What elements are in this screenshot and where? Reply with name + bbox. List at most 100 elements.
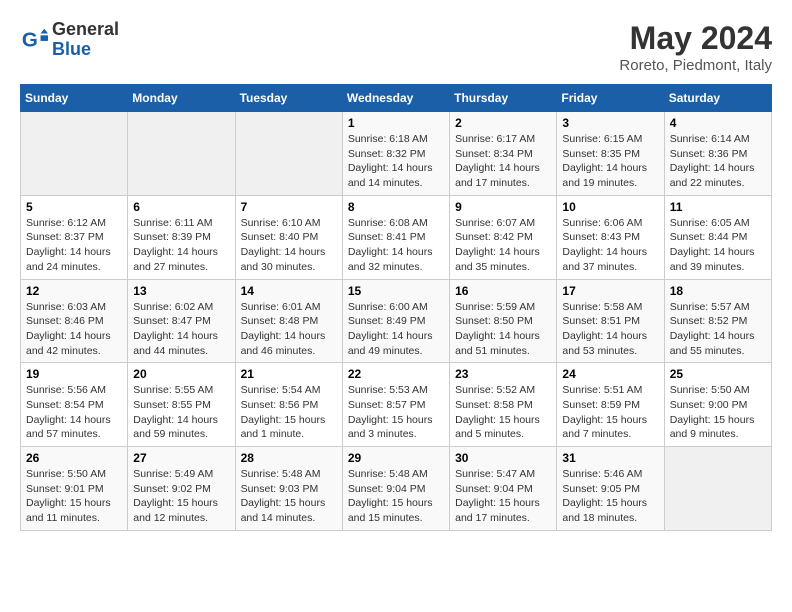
day-number: 17 bbox=[562, 284, 658, 298]
day-info: Sunrise: 6:02 AM Sunset: 8:47 PM Dayligh… bbox=[133, 300, 229, 359]
calendar-cell: 14 Sunrise: 6:01 AM Sunset: 8:48 PM Dayli… bbox=[235, 279, 342, 363]
day-info: Sunrise: 5:56 AM Sunset: 8:54 PM Dayligh… bbox=[26, 383, 122, 442]
calendar-week-row: 26 Sunrise: 5:50 AM Sunset: 9:01 PM Dayli… bbox=[21, 447, 772, 531]
day-info: Sunrise: 5:49 AM Sunset: 9:02 PM Dayligh… bbox=[133, 467, 229, 526]
calendar-cell: 19Sunrise: 5:56 AM Sunset: 8:54 PM Dayli… bbox=[21, 363, 128, 447]
day-info: Sunrise: 5:52 AM Sunset: 8:58 PM Dayligh… bbox=[455, 383, 551, 442]
weekday-header: Saturday bbox=[664, 85, 771, 112]
logo-general: General bbox=[52, 19, 119, 39]
calendar-cell: 24 Sunrise: 5:51 AM Sunset: 8:59 PM Dayli… bbox=[557, 363, 664, 447]
calendar-cell: 15 Sunrise: 6:00 AM Sunset: 8:49 PM Dayli… bbox=[342, 279, 449, 363]
day-number: 6 bbox=[133, 200, 229, 214]
day-info: Sunrise: 6:11 AM Sunset: 8:39 PM Dayligh… bbox=[133, 216, 229, 275]
day-info: Sunrise: 6:01 AM Sunset: 8:48 PM Dayligh… bbox=[241, 300, 337, 359]
day-number: 21 bbox=[241, 367, 337, 381]
calendar-cell: 28 Sunrise: 5:48 AM Sunset: 9:03 PM Dayli… bbox=[235, 447, 342, 531]
day-info: Sunrise: 5:58 AM Sunset: 8:51 PM Dayligh… bbox=[562, 300, 658, 359]
calendar-cell: 17 Sunrise: 5:58 AM Sunset: 8:51 PM Dayli… bbox=[557, 279, 664, 363]
logo: G General Blue bbox=[20, 20, 119, 60]
calendar-cell: 25 Sunrise: 5:50 AM Sunset: 9:00 PM Dayli… bbox=[664, 363, 771, 447]
day-number: 13 bbox=[133, 284, 229, 298]
calendar-week-row: 5 Sunrise: 6:12 AM Sunset: 8:37 PM Daylig… bbox=[21, 195, 772, 279]
day-number: 7 bbox=[241, 200, 337, 214]
calendar-cell: 3Sunrise: 6:15 AM Sunset: 8:35 PM Daylig… bbox=[557, 112, 664, 196]
day-number: 18 bbox=[670, 284, 766, 298]
day-info: Sunrise: 6:12 AM Sunset: 8:37 PM Dayligh… bbox=[26, 216, 122, 275]
calendar-cell bbox=[664, 447, 771, 531]
day-number: 5 bbox=[26, 200, 122, 214]
day-info: Sunrise: 5:51 AM Sunset: 8:59 PM Dayligh… bbox=[562, 383, 658, 442]
day-number: 3 bbox=[562, 116, 658, 130]
month-title: May 2024 bbox=[619, 20, 772, 57]
calendar-cell: 6 Sunrise: 6:11 AM Sunset: 8:39 PM Daylig… bbox=[128, 195, 235, 279]
calendar-cell: 22 Sunrise: 5:53 AM Sunset: 8:57 PM Dayli… bbox=[342, 363, 449, 447]
calendar-cell: 10Sunrise: 6:06 AM Sunset: 8:43 PM Dayli… bbox=[557, 195, 664, 279]
calendar-cell: 29 Sunrise: 5:48 AM Sunset: 9:04 PM Dayli… bbox=[342, 447, 449, 531]
day-number: 30 bbox=[455, 451, 551, 465]
day-number: 31 bbox=[562, 451, 658, 465]
calendar-cell: 18 Sunrise: 5:57 AM Sunset: 8:52 PM Dayli… bbox=[664, 279, 771, 363]
page-header: G General Blue May 2024 Roreto, Piedmont… bbox=[20, 20, 772, 74]
day-info: Sunrise: 6:14 AM Sunset: 8:36 PM Dayligh… bbox=[670, 132, 766, 191]
day-number: 28 bbox=[241, 451, 337, 465]
day-info: Sunrise: 5:53 AM Sunset: 8:57 PM Dayligh… bbox=[348, 383, 444, 442]
day-number: 2 bbox=[455, 116, 551, 130]
day-info: Sunrise: 5:59 AM Sunset: 8:50 PM Dayligh… bbox=[455, 300, 551, 359]
day-info: Sunrise: 5:47 AM Sunset: 9:04 PM Dayligh… bbox=[455, 467, 551, 526]
calendar-cell bbox=[21, 112, 128, 196]
day-number: 8 bbox=[348, 200, 444, 214]
day-info: Sunrise: 5:48 AM Sunset: 9:04 PM Dayligh… bbox=[348, 467, 444, 526]
day-info: Sunrise: 5:50 AM Sunset: 9:01 PM Dayligh… bbox=[26, 467, 122, 526]
calendar-week-row: 19Sunrise: 5:56 AM Sunset: 8:54 PM Dayli… bbox=[21, 363, 772, 447]
day-number: 25 bbox=[670, 367, 766, 381]
day-number: 1 bbox=[348, 116, 444, 130]
title-block: May 2024 Roreto, Piedmont, Italy bbox=[619, 20, 772, 74]
day-info: Sunrise: 5:48 AM Sunset: 9:03 PM Dayligh… bbox=[241, 467, 337, 526]
calendar-cell: 16 Sunrise: 5:59 AM Sunset: 8:50 PM Dayli… bbox=[450, 279, 557, 363]
day-number: 16 bbox=[455, 284, 551, 298]
day-number: 29 bbox=[348, 451, 444, 465]
calendar-cell: 26 Sunrise: 5:50 AM Sunset: 9:01 PM Dayli… bbox=[21, 447, 128, 531]
day-info: Sunrise: 5:54 AM Sunset: 8:56 PM Dayligh… bbox=[241, 383, 337, 442]
day-info: Sunrise: 6:03 AM Sunset: 8:46 PM Dayligh… bbox=[26, 300, 122, 359]
day-number: 22 bbox=[348, 367, 444, 381]
calendar: SundayMondayTuesdayWednesdayThursdayFrid… bbox=[20, 84, 772, 531]
day-info: Sunrise: 6:17 AM Sunset: 8:34 PM Dayligh… bbox=[455, 132, 551, 191]
day-number: 9 bbox=[455, 200, 551, 214]
day-number: 10 bbox=[562, 200, 658, 214]
day-info: Sunrise: 6:18 AM Sunset: 8:32 PM Dayligh… bbox=[348, 132, 444, 191]
day-number: 14 bbox=[241, 284, 337, 298]
calendar-cell: 13 Sunrise: 6:02 AM Sunset: 8:47 PM Dayli… bbox=[128, 279, 235, 363]
day-info: Sunrise: 6:00 AM Sunset: 8:49 PM Dayligh… bbox=[348, 300, 444, 359]
day-number: 15 bbox=[348, 284, 444, 298]
day-info: Sunrise: 6:10 AM Sunset: 8:40 PM Dayligh… bbox=[241, 216, 337, 275]
day-info: Sunrise: 5:50 AM Sunset: 9:00 PM Dayligh… bbox=[670, 383, 766, 442]
calendar-cell: 21 Sunrise: 5:54 AM Sunset: 8:56 PM Dayli… bbox=[235, 363, 342, 447]
day-info: Sunrise: 6:05 AM Sunset: 8:44 PM Dayligh… bbox=[670, 216, 766, 275]
day-number: 12 bbox=[26, 284, 122, 298]
calendar-header-row: SundayMondayTuesdayWednesdayThursdayFrid… bbox=[21, 85, 772, 112]
weekday-header: Tuesday bbox=[235, 85, 342, 112]
day-info: Sunrise: 5:57 AM Sunset: 8:52 PM Dayligh… bbox=[670, 300, 766, 359]
day-number: 4 bbox=[670, 116, 766, 130]
calendar-cell: 8Sunrise: 6:08 AM Sunset: 8:41 PM Daylig… bbox=[342, 195, 449, 279]
logo-icon: G bbox=[20, 26, 48, 54]
weekday-header: Friday bbox=[557, 85, 664, 112]
calendar-cell: 4 Sunrise: 6:14 AM Sunset: 8:36 PM Daylig… bbox=[664, 112, 771, 196]
day-number: 26 bbox=[26, 451, 122, 465]
calendar-cell: 1 Sunrise: 6:18 AM Sunset: 8:32 PM Daylig… bbox=[342, 112, 449, 196]
day-number: 20 bbox=[133, 367, 229, 381]
calendar-week-row: 1 Sunrise: 6:18 AM Sunset: 8:32 PM Daylig… bbox=[21, 112, 772, 196]
day-number: 11 bbox=[670, 200, 766, 214]
day-info: Sunrise: 5:55 AM Sunset: 8:55 PM Dayligh… bbox=[133, 383, 229, 442]
weekday-header: Wednesday bbox=[342, 85, 449, 112]
logo-blue: Blue bbox=[52, 39, 91, 59]
calendar-cell: 23Sunrise: 5:52 AM Sunset: 8:58 PM Dayli… bbox=[450, 363, 557, 447]
calendar-cell: 2 Sunrise: 6:17 AM Sunset: 8:34 PM Daylig… bbox=[450, 112, 557, 196]
day-number: 24 bbox=[562, 367, 658, 381]
location: Roreto, Piedmont, Italy bbox=[619, 57, 772, 74]
day-number: 27 bbox=[133, 451, 229, 465]
calendar-cell bbox=[128, 112, 235, 196]
weekday-header: Monday bbox=[128, 85, 235, 112]
calendar-cell: 20 Sunrise: 5:55 AM Sunset: 8:55 PM Dayli… bbox=[128, 363, 235, 447]
